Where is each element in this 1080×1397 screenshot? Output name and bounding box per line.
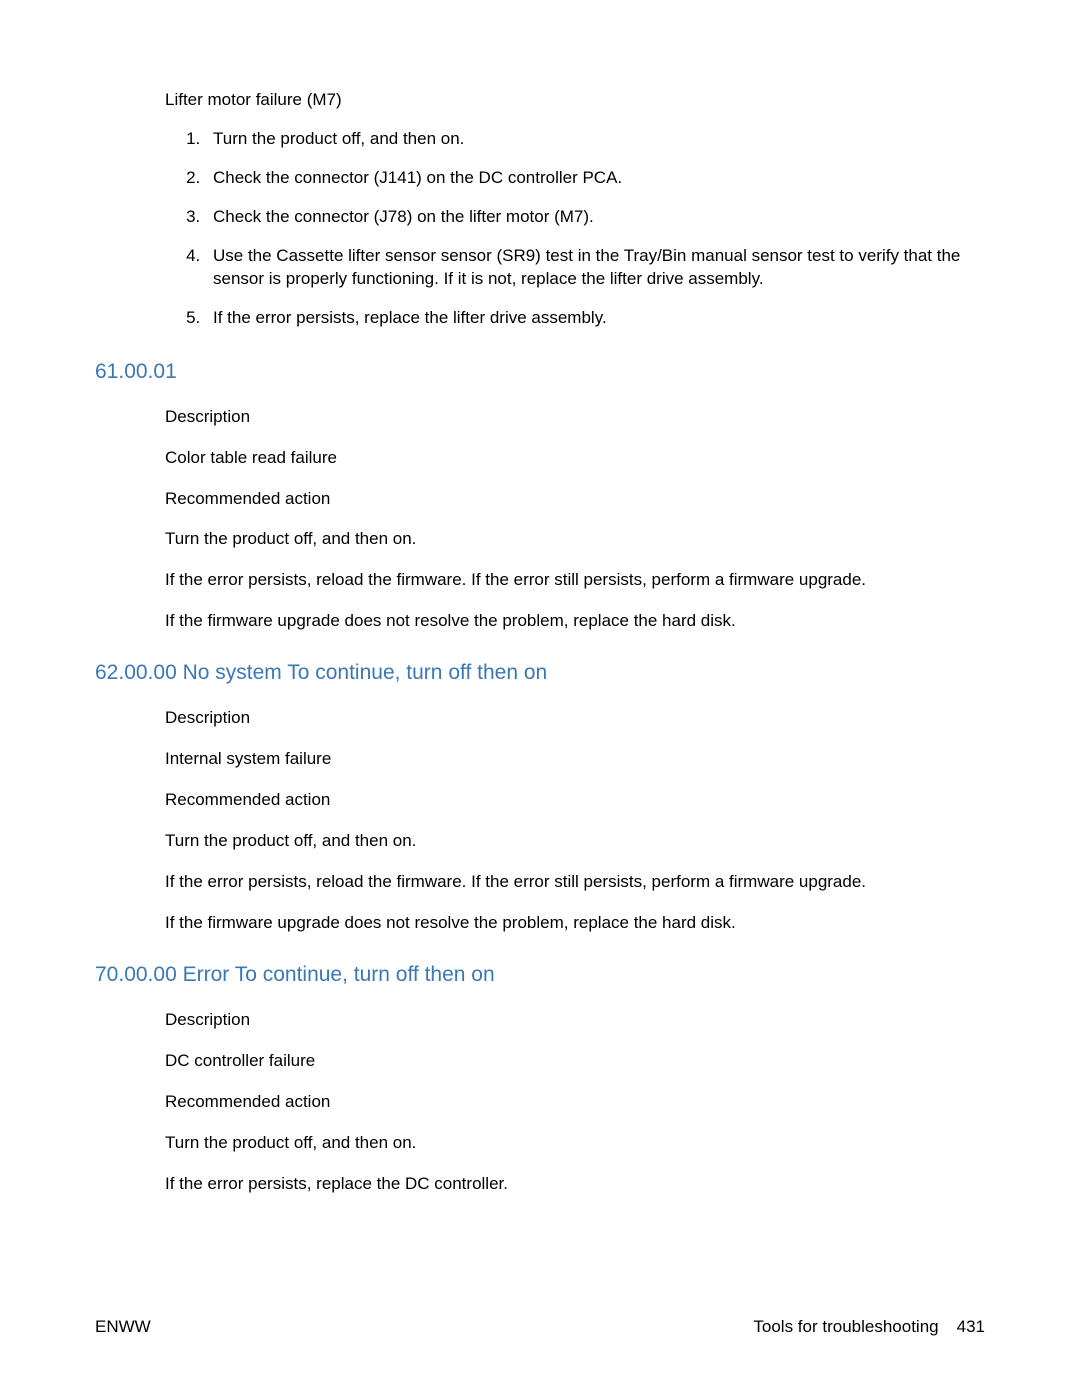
section-paragraph: DC controller failure: [165, 1050, 985, 1073]
step-item: Use the Cassette lifter sensor sensor (S…: [205, 245, 985, 291]
step-item: If the error persists, replace the lifte…: [205, 307, 985, 330]
section-paragraph: Recommended action: [165, 1091, 985, 1114]
section-paragraph: If the error persists, reload the firmwa…: [165, 569, 985, 592]
page-number: 431: [957, 1317, 985, 1337]
page-footer: ENWW Tools for troubleshooting 431: [95, 1317, 985, 1337]
section-body: Description Color table read failure Rec…: [95, 406, 985, 634]
section-paragraph: Recommended action: [165, 789, 985, 812]
step-item: Check the connector (J78) on the lifter …: [205, 206, 985, 229]
footer-left: ENWW: [95, 1317, 151, 1337]
section-heading: 70.00.00 Error To continue, turn off the…: [95, 963, 985, 987]
section-paragraph: Turn the product off, and then on.: [165, 1132, 985, 1155]
section-paragraph: If the error persists, replace the DC co…: [165, 1173, 985, 1196]
section-heading: 62.00.00 No system To continue, turn off…: [95, 661, 985, 685]
section-paragraph: Internal system failure: [165, 748, 985, 771]
section-paragraph: Turn the product off, and then on.: [165, 528, 985, 551]
section-paragraph: Description: [165, 406, 985, 429]
section-paragraph: Recommended action: [165, 488, 985, 511]
section-paragraph: If the error persists, reload the firmwa…: [165, 871, 985, 894]
step-item: Check the connector (J141) on the DC con…: [205, 167, 985, 190]
step-item: Turn the product off, and then on.: [205, 128, 985, 151]
footer-right: Tools for troubleshooting 431: [753, 1317, 985, 1337]
section-paragraph: Description: [165, 707, 985, 730]
section-heading: 61.00.01: [95, 360, 985, 384]
intro-text: Lifter motor failure (M7): [165, 90, 985, 110]
section-paragraph: Description: [165, 1009, 985, 1032]
section-body: Description DC controller failure Recomm…: [95, 1009, 985, 1196]
steps-list: Turn the product off, and then on. Check…: [165, 128, 985, 330]
section-paragraph: Color table read failure: [165, 447, 985, 470]
section-paragraph: If the firmware upgrade does not resolve…: [165, 912, 985, 935]
document-page: Lifter motor failure (M7) Turn the produ…: [0, 0, 1080, 1397]
section-body: Description Internal system failure Reco…: [95, 707, 985, 935]
section-paragraph: Turn the product off, and then on.: [165, 830, 985, 853]
intro-block: Lifter motor failure (M7) Turn the produ…: [95, 90, 985, 330]
section-paragraph: If the firmware upgrade does not resolve…: [165, 610, 985, 633]
footer-section-label: Tools for troubleshooting: [753, 1317, 938, 1337]
